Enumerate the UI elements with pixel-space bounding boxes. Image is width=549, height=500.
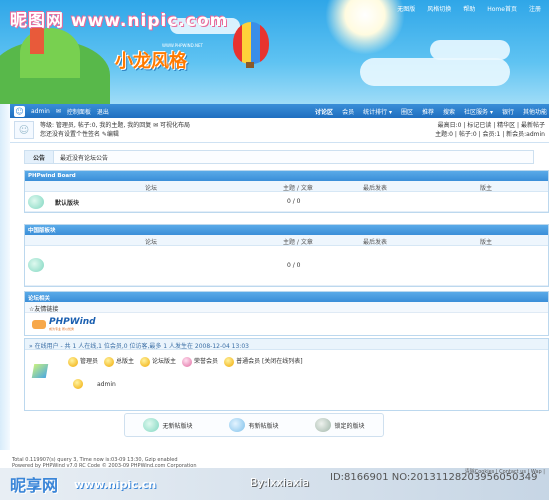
logo-title[interactable]: 小龙风格 [115, 47, 187, 73]
nav-search[interactable]: 搜索 [443, 107, 455, 116]
logo-subtitle: WWW.PHPWIND.NET [162, 43, 203, 48]
phpwind-tagline: 成为专业 所以优秀 [49, 327, 74, 331]
legend-no-new: 无新帖版块 [143, 418, 193, 432]
col-last: 最后发表 [363, 239, 388, 246]
toplink-nopic[interactable]: 无图版 [397, 4, 415, 13]
nav-circle[interactable]: 圈区 [401, 107, 413, 116]
admin-face-icon [73, 379, 83, 389]
legend-locked: 锁定的版块 [315, 418, 365, 432]
col-forum: 论坛 [145, 239, 158, 246]
nav-members[interactable]: 会员 [342, 107, 354, 116]
signature-hint[interactable]: 您还没有设置个性签名 ✎编辑 [40, 130, 190, 139]
balloon-basket [246, 62, 254, 68]
control-panel-link[interactable]: 控制面板 [67, 107, 91, 116]
supermod-face-icon [104, 356, 115, 367]
member-face-icon [224, 356, 235, 367]
col-topics: 主题 / 文章 [283, 185, 313, 192]
online-box-icon [31, 364, 49, 378]
user-bar: ☺ admin ✉ 控制面板 退出 讨论区 会员 统计排行 ▾ 圈区 推荐 搜索… [10, 104, 549, 118]
main-nav: 讨论区 会员 统计排行 ▾ 圈区 推荐 搜索 社区服务 ▾ 银行 其他功能 [315, 107, 549, 116]
nav-recommend[interactable]: 推荐 [422, 107, 434, 116]
section-title[interactable]: PHPwind Board [25, 171, 548, 181]
forum-status-icon [28, 195, 44, 209]
tree-decoration [20, 28, 80, 78]
watermark-id: ID:8166901 NO:20131128203956050349 [330, 472, 538, 483]
sun-decoration [325, 0, 405, 55]
phpwind-logo: PHPWind [49, 317, 96, 327]
forum-name[interactable]: 默认版块 [55, 198, 79, 207]
has-new-icon [229, 418, 246, 432]
mod-face-icon [140, 356, 151, 367]
nav-stats[interactable]: 统计排行 ▾ [363, 107, 392, 116]
col-moderator: 版主 [480, 239, 493, 246]
legend-admin: 管理员 [80, 358, 99, 365]
left-gutter [0, 104, 10, 450]
nav-service[interactable]: 社区服务 ▾ [464, 107, 493, 116]
online-users-section: » 在线用户 - 共 1 人在线,1 位会员,0 位访客,最多 1 人发生在 2… [24, 338, 549, 411]
forum-legend-bar: 无新帖版块 有新帖版块 锁定的版块 [124, 413, 384, 437]
legend-supermod: 总版主 [116, 358, 135, 365]
nav-bank[interactable]: 银行 [502, 107, 514, 116]
top-links: 无图版 风格切换 帮助 Home首页 注册 [397, 4, 541, 13]
legend-has-new: 有新帖版块 [229, 418, 279, 432]
user-icon: ☺ [14, 105, 25, 117]
nav-other[interactable]: 其他功能 [523, 107, 547, 116]
online-user[interactable]: admin [73, 379, 116, 389]
notice-text[interactable]: 最近没有论坛公告 [54, 153, 108, 162]
friend-links-label: ☆友情链接 [25, 302, 548, 313]
col-last: 最后发表 [363, 185, 388, 192]
forum-section: 中国版板块 论坛 主题 / 文章 最后发表 版主 0 / 0 [24, 224, 549, 287]
locked-icon [315, 418, 332, 432]
online-summary[interactable]: » 在线用户 - 共 1 人在线,1 位会员,0 位访客,最多 1 人发生在 2… [25, 339, 548, 350]
toplink-register[interactable]: 注册 [529, 4, 541, 13]
forum-row: 0 / 0 [25, 246, 548, 286]
section-title: 论坛相关 [25, 292, 548, 302]
forum-section: PHPwind Board 论坛 主题 / 文章 最后发表 版主 默认版块 0 … [24, 170, 549, 213]
cloud-decoration [360, 58, 510, 86]
phpwind-link[interactable]: PHPWind 成为专业 所以优秀 [32, 317, 96, 331]
avatar[interactable]: ☺ [14, 121, 34, 139]
watermark-author: By:lxxiaxia [250, 476, 310, 489]
nav-forum[interactable]: 讨论区 [315, 107, 333, 116]
phpwind-icon [32, 319, 46, 329]
forum-row: 默认版块 0 / 0 [25, 192, 548, 212]
section-title[interactable]: 中国版板块 [25, 225, 548, 235]
forum-count: 0 / 0 [287, 262, 301, 269]
legend-mod: 论坛版主 [152, 358, 177, 365]
admin-face-icon [68, 356, 78, 367]
user-info-bar: ☺ 等级: 管理员, 帖子:0, 我的主题, 我的回复 ✉ 可视化布局 您还没有… [10, 118, 549, 143]
no-new-icon [143, 418, 160, 432]
logout-link[interactable]: 退出 [97, 107, 109, 116]
user-stats[interactable]: 等级: 管理员, 帖子:0, 我的主题, 我的回复 ✉ 可视化布局 [40, 121, 190, 130]
mail-icon[interactable]: ✉ [56, 108, 61, 115]
cloud-decoration [430, 40, 510, 60]
column-header: 论坛 主题 / 文章 最后发表 版主 [25, 235, 548, 246]
notice-bar: 公告 最近没有论坛公告 [24, 150, 534, 164]
toplink-home[interactable]: Home首页 [487, 4, 517, 13]
friend-links-section: 论坛相关 ☆友情链接 PHPWind 成为专业 所以优秀 [24, 291, 549, 336]
col-moderator: 版主 [480, 185, 493, 192]
legend-honor: 荣誉会员 [194, 358, 219, 365]
forum-count: 0 / 0 [287, 198, 301, 205]
header-banner: 昵图网 www.nipic.com 小龙风格 WWW.PHPWIND.NET 无… [0, 0, 549, 104]
notice-label: 公告 [25, 151, 55, 163]
column-header: 论坛 主题 / 文章 最后发表 版主 [25, 181, 548, 192]
member-legend: 管理员 总版主 论坛版主 荣誉会员 普通会员 [关闭在线列表] [68, 356, 303, 367]
balloon-icon [233, 22, 269, 64]
forum-stats: 主题:0 | 帖子:0 | 会员:1 | 新会员:admin [435, 131, 545, 138]
online-username[interactable]: admin [97, 381, 116, 388]
toplink-style[interactable]: 风格切换 [427, 4, 451, 13]
watermark-url: www.nipic.cn [74, 478, 157, 491]
col-topics: 主题 / 文章 [283, 239, 313, 246]
watermark-brand: 昵享网 [10, 476, 59, 495]
toplink-help[interactable]: 帮助 [463, 4, 475, 13]
legend-member[interactable]: 普通会员 [关闭在线列表] [236, 358, 303, 365]
forum-actions[interactable]: 最高日:0 | 标记已读 | 精华区 | 最新帖子 [435, 121, 545, 130]
house-decoration [30, 28, 44, 54]
username[interactable]: admin [31, 108, 50, 115]
watermark-top: 昵图网 www.nipic.com [10, 11, 229, 31]
forum-status-icon [28, 258, 44, 272]
col-forum: 论坛 [145, 185, 158, 192]
honor-face-icon [182, 356, 193, 367]
